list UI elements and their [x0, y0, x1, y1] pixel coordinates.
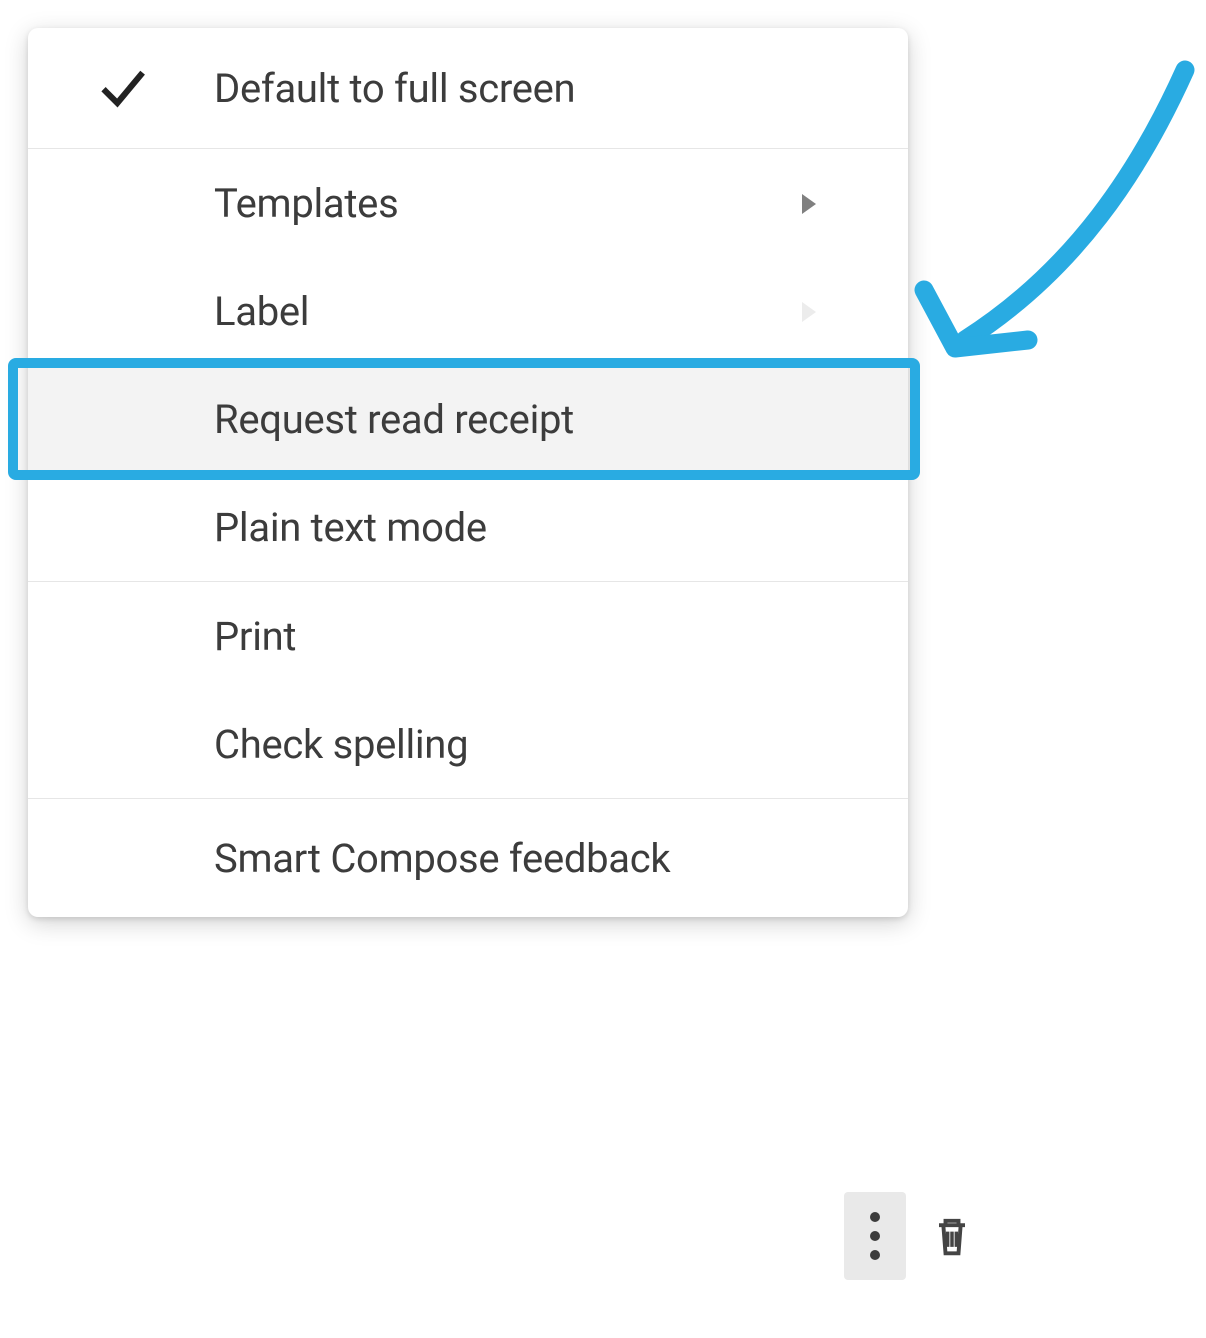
menu-item-templates[interactable]: Templates [28, 149, 908, 257]
submenu-arrow-icon [802, 194, 816, 214]
menu-item-label: Smart Compose feedback [214, 835, 670, 882]
menu-item-label: Print [214, 613, 296, 660]
menu-item-print[interactable]: Print [28, 582, 908, 690]
more-options-menu: Default to full screen Templates Label R… [28, 28, 908, 917]
submenu-arrow-icon [802, 302, 816, 322]
menu-item-label: Label [214, 288, 309, 335]
discard-draft-button[interactable] [924, 1208, 980, 1264]
menu-item-label: Templates [214, 180, 398, 227]
menu-item-label: Check spelling [214, 721, 468, 768]
compose-toolbar [844, 1192, 980, 1280]
check-icon [94, 61, 150, 117]
menu-item-plain-text-mode[interactable]: Plain text mode [28, 473, 908, 581]
menu-item-label[interactable]: Label [28, 257, 908, 365]
menu-item-request-read-receipt[interactable]: Request read receipt [28, 365, 908, 473]
trash-icon [926, 1210, 978, 1262]
menu-item-label: Default to full screen [214, 65, 575, 112]
menu-item-label: Plain text mode [214, 504, 487, 551]
more-options-button[interactable] [844, 1192, 906, 1280]
menu-item-label: Request read receipt [214, 396, 574, 443]
menu-item-check-spelling[interactable]: Check spelling [28, 690, 908, 798]
annotation-arrow-icon [870, 40, 1206, 400]
menu-item-default-fullscreen[interactable]: Default to full screen [28, 28, 908, 148]
kebab-menu-icon [870, 1212, 880, 1260]
menu-item-smart-compose-feedback[interactable]: Smart Compose feedback [28, 799, 908, 917]
